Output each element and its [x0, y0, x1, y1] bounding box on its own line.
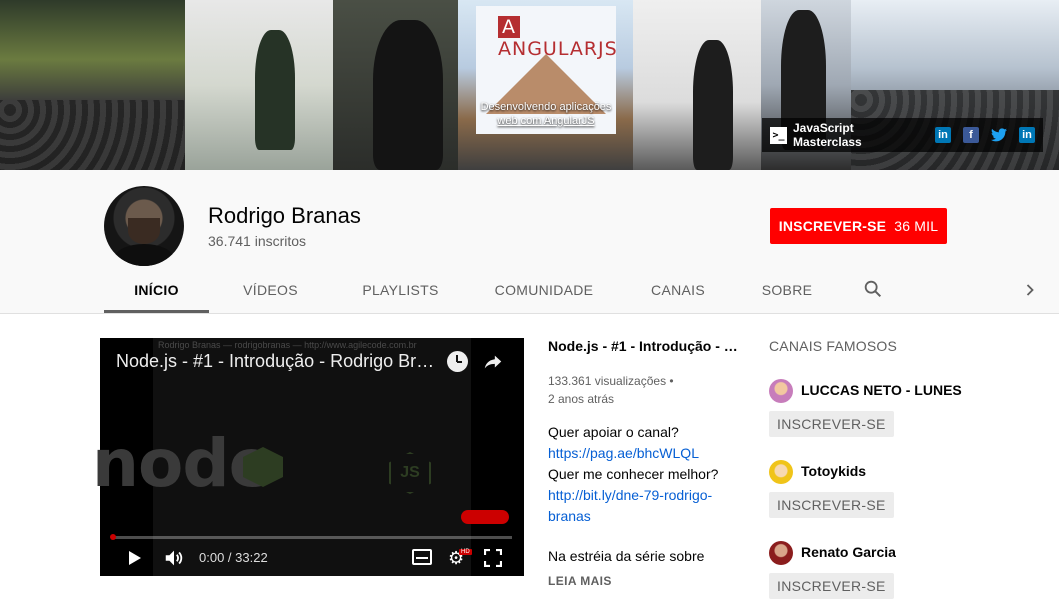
channel-avatar[interactable]: [769, 541, 793, 565]
channel-tabs: INÍCIO VÍDEOS PLAYLISTS COMUNIDADE CANAI…: [104, 266, 837, 313]
clock-icon[interactable]: [447, 351, 468, 372]
featured-channels-heading: CANAIS FAMOSOS: [769, 338, 898, 354]
terminal-icon: >_: [770, 126, 787, 144]
subscribe-button[interactable]: INSCREVER-SE: [769, 573, 894, 599]
tab-videos[interactable]: VÍDEOS: [209, 266, 332, 313]
tab-comunidade[interactable]: COMUNIDADE: [469, 266, 619, 313]
linkedin-icon[interactable]: in: [935, 127, 951, 143]
video-watermark: Rodrigo Branas — rodrigobranas — http://…: [158, 340, 417, 350]
facebook-icon[interactable]: f: [963, 127, 979, 143]
subscriber-count: 36.741 inscritos: [208, 233, 307, 249]
progress-scrubber[interactable]: [110, 534, 116, 540]
linkedin-icon[interactable]: in: [1019, 127, 1035, 143]
search-icon[interactable]: [862, 278, 884, 300]
tab-sobre[interactable]: SOBRE: [737, 266, 837, 313]
channel-avatar[interactable]: [769, 379, 793, 403]
tab-playlists[interactable]: PLAYLISTS: [332, 266, 469, 313]
player-title[interactable]: Node.js - #1 - Introdução - Rodrigo Bran…: [116, 351, 440, 372]
bio-link[interactable]: http://bit.ly/dne-79-rodrigo-branas: [548, 485, 748, 527]
video-description: Quer apoiar o canal? https://pag.ae/bhcW…: [548, 422, 748, 527]
channel-avatar[interactable]: [104, 186, 184, 266]
subscribe-button[interactable]: INSCREVER-SE: [769, 411, 894, 437]
slide-line-1: Desenvolvendo aplicações: [480, 101, 612, 113]
banner-photo: [633, 0, 761, 170]
desc-line: Quer apoiar o canal?: [548, 424, 679, 440]
slide-line-2: web com AngularJS: [497, 115, 595, 127]
channel-name: Rodrigo Branas: [208, 203, 361, 228]
banner-photo: AANGULARJS Desenvolvendo aplicações web c…: [458, 0, 633, 170]
subscribe-button[interactable]: INSCREVER-SE 36 MIL: [770, 208, 947, 244]
banner-link-title[interactable]: JavaScript Masterclass: [793, 121, 923, 149]
banner-slide: AANGULARJS Desenvolvendo aplicações web c…: [476, 6, 617, 134]
read-more-button[interactable]: LEIA MAIS: [548, 574, 612, 588]
featured-channel-name[interactable]: LUCCAS NETO - LUNES: [801, 382, 962, 398]
featured-channel-name[interactable]: Totoykids: [801, 463, 866, 479]
support-link[interactable]: https://pag.ae/bhcWLQL: [548, 443, 748, 464]
subscribe-watermark[interactable]: [461, 510, 509, 524]
subscribe-count: 36 MIL: [894, 218, 939, 234]
play-icon[interactable]: [124, 548, 144, 568]
banner-links-overlay: >_ JavaScript Masterclass in f in: [762, 118, 1043, 152]
channel-avatar[interactable]: [769, 460, 793, 484]
subscribe-button[interactable]: INSCREVER-SE: [769, 492, 894, 518]
subscribe-label: INSCREVER-SE: [778, 218, 887, 234]
featured-channel-name[interactable]: Renato Garcia: [801, 544, 896, 560]
twitter-icon[interactable]: [991, 127, 1007, 143]
video-meta: 133.361 visualizações • 2 anos atrás: [548, 372, 674, 408]
player-time: 0:00 / 33:22: [199, 550, 268, 565]
chevron-right-icon[interactable]: [1020, 280, 1040, 300]
fullscreen-icon[interactable]: [483, 548, 503, 568]
hd-badge: HD: [459, 549, 472, 555]
banner-photo: [0, 0, 185, 170]
desc-line: Na estréia da série sobre: [548, 548, 705, 564]
desc-line: Quer me conhecer melhor?: [548, 466, 719, 482]
share-icon[interactable]: [482, 351, 504, 373]
tab-inicio[interactable]: INÍCIO: [104, 266, 209, 313]
banner-photo: [185, 0, 333, 170]
subtitles-icon[interactable]: [412, 549, 432, 565]
upload-age: 2 anos atrás: [548, 392, 615, 406]
tab-canais[interactable]: CANAIS: [619, 266, 737, 313]
video-title-link[interactable]: Node.js - #1 - Introdução - Rodrigo Bran…: [548, 338, 744, 354]
banner-photo: [333, 0, 458, 170]
view-count: 133.361 visualizações •: [548, 374, 674, 388]
progress-bar[interactable]: [112, 536, 512, 539]
channel-banner: AANGULARJS Desenvolvendo aplicações web c…: [0, 0, 1059, 170]
volume-icon[interactable]: [163, 547, 185, 569]
